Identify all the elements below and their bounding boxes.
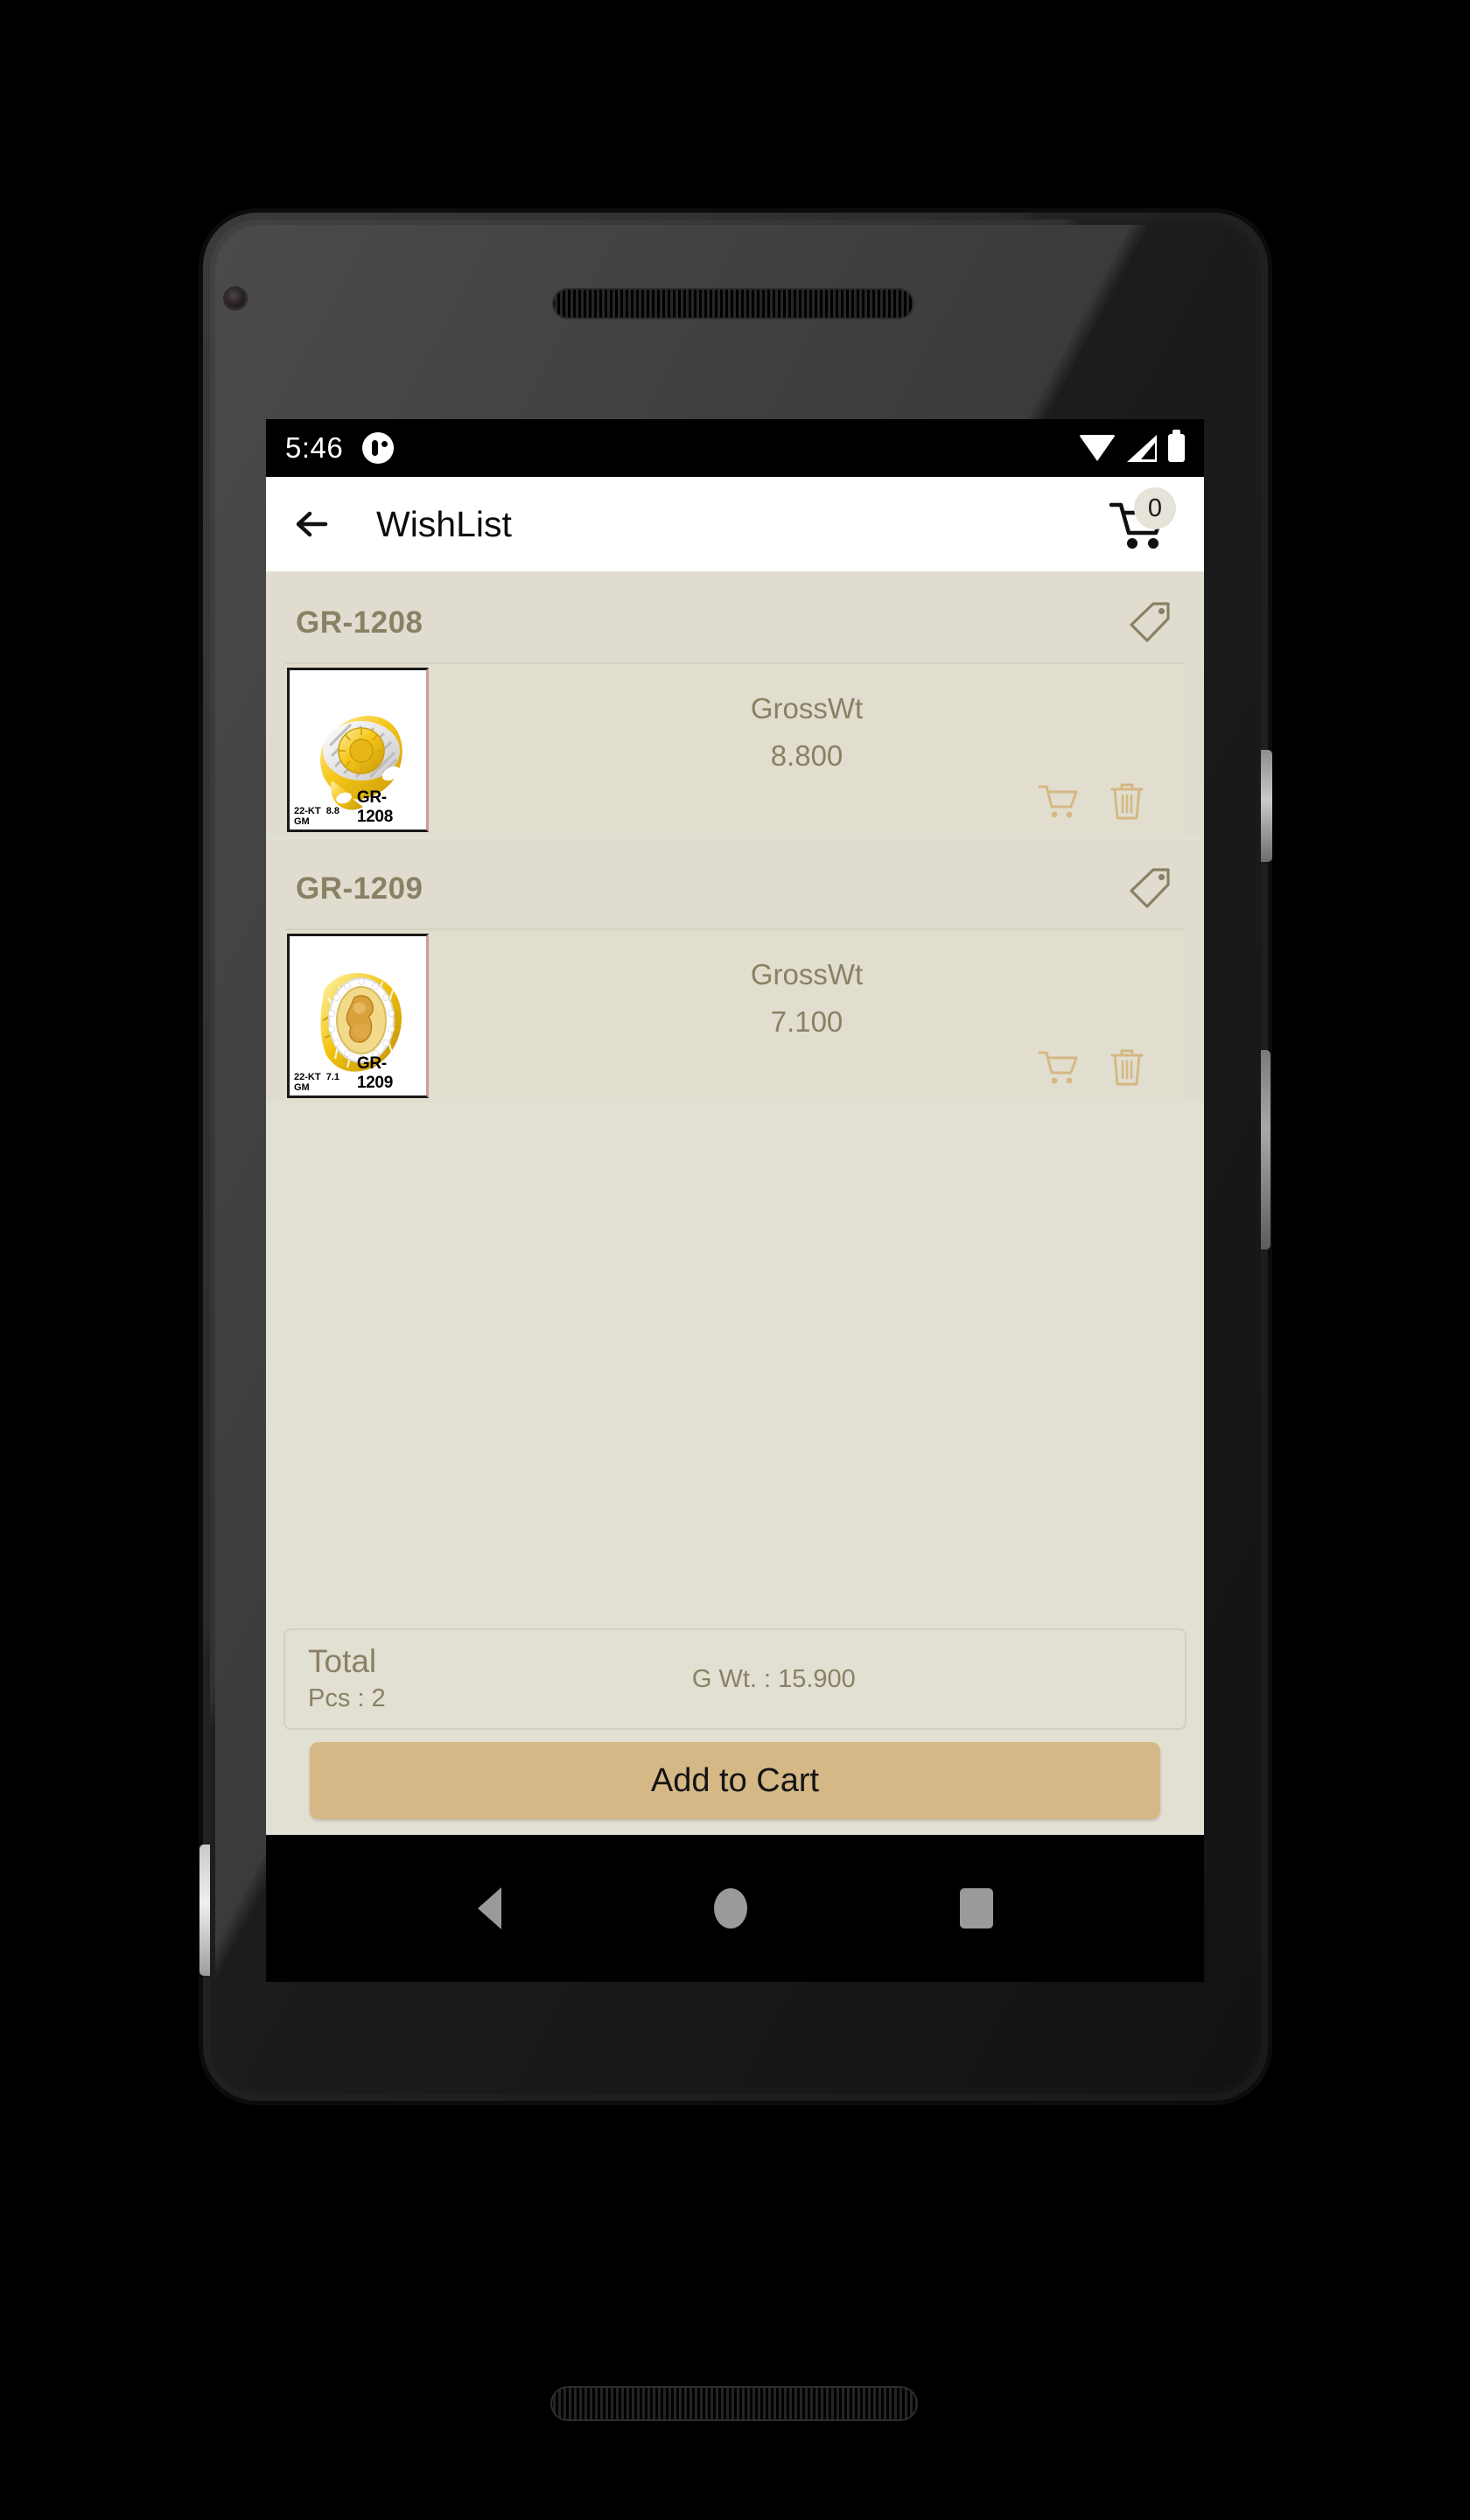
sim-tray[interactable]: [200, 1844, 210, 1976]
gross-weight-value: 7.100: [770, 1005, 844, 1038]
item-code: GR-1208: [296, 606, 424, 640]
nav-recents-icon[interactable]: [959, 1888, 993, 1928]
thumbnail-caption: 22-KT 7.1 GM GR-1209: [290, 1054, 426, 1093]
back-arrow-icon[interactable]: [289, 500, 338, 549]
delete-icon[interactable]: [1106, 780, 1148, 822]
bottom-speaker: [550, 2386, 918, 2421]
status-bar: 5:46: [266, 419, 1204, 477]
thumbnail-code: GR-1209: [356, 1054, 393, 1092]
status-icons: [1079, 430, 1185, 462]
detail-spacer: [429, 1039, 1185, 1046]
item-detail: GrossWt 8.800: [429, 664, 1185, 836]
totals-middle: G Wt. : 15.900: [386, 1665, 1162, 1694]
earpiece-speaker: [552, 288, 914, 319]
list-item[interactable]: GR-1209 22-KT 7.1 GM GR-1209 GrossWt 7.1…: [266, 839, 1204, 1102]
app-bar: WishList 0: [266, 477, 1204, 571]
power-button[interactable]: [1261, 750, 1272, 862]
thumbnail-caption: 22-KT 8.8 GM GR-1208: [290, 788, 426, 827]
detail-spacer: [429, 773, 1185, 780]
gross-weight-label: GrossWt: [750, 958, 864, 990]
battery-icon: [1168, 430, 1185, 462]
nav-home-icon[interactable]: [713, 1888, 747, 1928]
add-to-cart-button[interactable]: Add to Cart: [310, 1742, 1160, 1819]
page-title: WishList: [376, 503, 512, 544]
gross-weight-value: 8.800: [770, 739, 844, 772]
app-notification-icon: [362, 432, 395, 464]
add-to-cart-icon[interactable]: [1038, 780, 1080, 822]
item-body: 22-KT 7.1 GM GR-1209 GrossWt 7.100: [285, 928, 1185, 1102]
status-time: 5:46: [285, 431, 344, 464]
item-actions: [429, 780, 1185, 827]
cart-count-badge: 0: [1134, 487, 1176, 529]
phone-screen: 5:46 WishList 0 GR-1208 22-KT 8.8 GM GR-…: [266, 419, 1204, 1982]
wishlist-body: GR-1208 22-KT 8.8 GM GR-1208 GrossWt 8.8…: [266, 571, 1204, 1835]
item-thumbnail[interactable]: 22-KT 7.1 GM GR-1209: [287, 934, 429, 1098]
item-header: GR-1209: [266, 839, 1204, 928]
item-code: GR-1209: [296, 872, 424, 906]
thumbnail-code: GR-1208: [356, 788, 393, 826]
shopping-cart-icon[interactable]: 0: [1108, 487, 1176, 552]
cell-signal-icon: [1127, 434, 1157, 462]
add-to-cart-icon[interactable]: [1038, 1046, 1080, 1088]
totals-left: Total Pcs : 2: [308, 1643, 386, 1713]
android-nav-bar: [266, 1835, 1204, 1982]
gross-weight-label: GrossWt: [750, 692, 864, 724]
price-tag-icon[interactable]: [1127, 599, 1174, 647]
totals-panel: Total Pcs : 2 G Wt. : 15.900: [284, 1628, 1186, 1730]
total-pieces: Pcs : 2: [308, 1684, 386, 1712]
item-body: 22-KT 8.8 GM GR-1208 GrossWt 8.800: [285, 662, 1185, 836]
summary-area: Total Pcs : 2 G Wt. : 15.900 Add to Cart: [266, 1628, 1204, 1835]
delete-icon[interactable]: [1106, 1046, 1148, 1088]
thumbnail-karat: 22-KT 8.8 GM: [294, 806, 340, 827]
front-camera: [226, 289, 245, 308]
wishlist-items[interactable]: GR-1208 22-KT 8.8 GM GR-1208 GrossWt 8.8…: [266, 571, 1204, 1628]
total-gross-weight: G Wt. : 15.900: [691, 1664, 856, 1693]
nav-back-icon[interactable]: [477, 1887, 501, 1929]
item-actions: [429, 1046, 1185, 1093]
list-item[interactable]: GR-1208 22-KT 8.8 GM GR-1208 GrossWt 8.8…: [266, 573, 1204, 836]
total-label: Total: [308, 1643, 377, 1680]
thumbnail-karat: 22-KT 7.1 GM: [294, 1072, 340, 1093]
item-detail: GrossWt 7.100: [429, 930, 1185, 1102]
wifi-icon: [1079, 435, 1116, 461]
volume-rocker[interactable]: [1261, 1050, 1270, 1250]
item-thumbnail[interactable]: 22-KT 8.8 GM GR-1208: [287, 668, 429, 832]
item-header: GR-1208: [266, 573, 1204, 662]
price-tag-icon[interactable]: [1127, 865, 1174, 913]
